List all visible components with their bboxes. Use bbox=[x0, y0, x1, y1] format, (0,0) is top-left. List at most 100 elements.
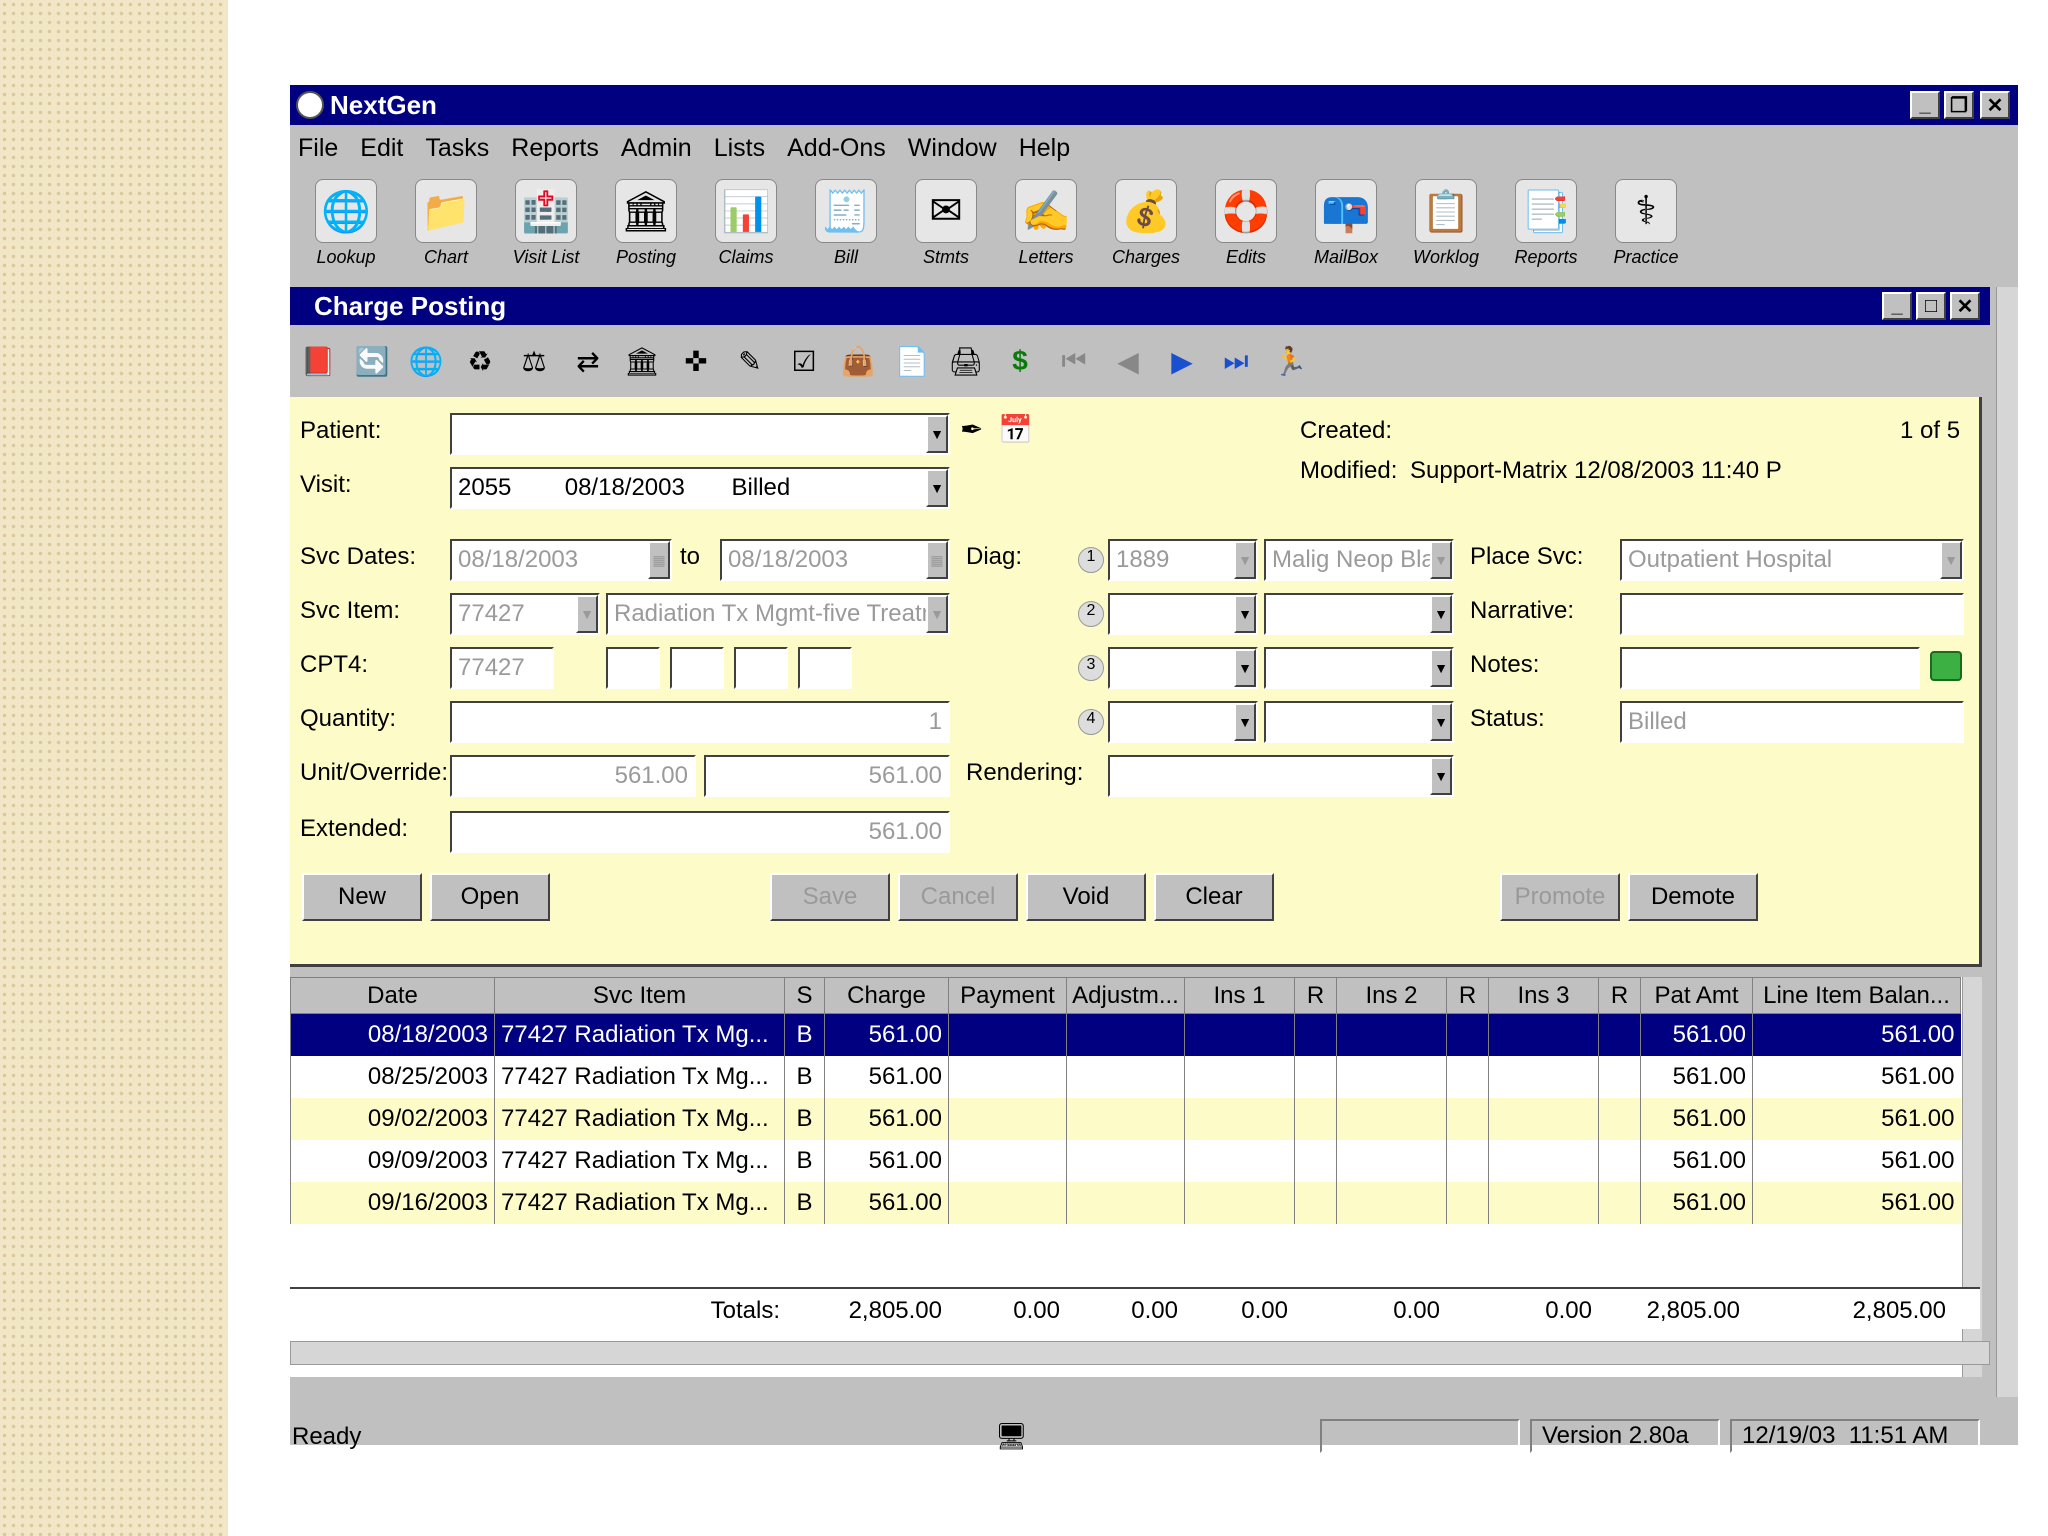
diag-2-code-field[interactable]: ▼ bbox=[1108, 593, 1258, 635]
toolbar-edits-button[interactable]: 🛟 Edits bbox=[1196, 171, 1296, 275]
toolbar-worklog-button[interactable]: 📋 Worklog bbox=[1396, 171, 1496, 275]
diag-1-desc-field[interactable]: Malig Neop Bla ▼ bbox=[1264, 539, 1454, 581]
diag-1-code-field[interactable]: 1889 ▼ bbox=[1108, 539, 1258, 581]
toolbar-letters-button[interactable]: ✍ Letters bbox=[996, 171, 1096, 275]
menu-help[interactable]: Help bbox=[1011, 134, 1084, 163]
table-row[interactable]: 09/16/2003 77427 Radiation Tx Mg... B 561.0… bbox=[290, 1181, 1961, 1224]
child-minimize-button[interactable]: _ bbox=[1882, 292, 1912, 320]
modifier-4-field[interactable] bbox=[798, 647, 852, 689]
horizontal-scrollbar[interactable] bbox=[290, 1341, 1990, 1365]
exit-icon[interactable]: 🏃 bbox=[1268, 339, 1312, 383]
column-header[interactable]: Adjustm... bbox=[1066, 977, 1185, 1014]
calendar-icon[interactable]: 📅 bbox=[998, 413, 1033, 446]
checkbox-icon[interactable]: ☑ bbox=[782, 339, 826, 383]
dropdown-icon[interactable]: ▼ bbox=[576, 595, 598, 633]
refresh-icon[interactable]: 🔄 bbox=[350, 339, 394, 383]
column-header[interactable]: R bbox=[1598, 977, 1641, 1014]
status-field[interactable]: Billed bbox=[1620, 701, 1964, 743]
modifier-3-field[interactable] bbox=[734, 647, 788, 689]
promote-button[interactable]: Promote bbox=[1500, 873, 1620, 921]
demote-button[interactable]: Demote bbox=[1628, 873, 1758, 921]
notes-edit-icon[interactable] bbox=[1930, 651, 1962, 681]
diag-4-desc-field[interactable]: ▼ bbox=[1264, 701, 1454, 743]
clear-button[interactable]: Clear bbox=[1154, 873, 1274, 921]
scale-icon[interactable]: ⚖ bbox=[512, 339, 556, 383]
pen-icon[interactable]: ✎ bbox=[728, 339, 772, 383]
visit-dropdown-icon[interactable]: ▼ bbox=[926, 469, 948, 507]
table-row[interactable]: 08/18/2003 77427 Radiation Tx Mg... B 561.0… bbox=[290, 1013, 1961, 1056]
minimize-button[interactable]: _ bbox=[1910, 91, 1940, 119]
child-maximize-button[interactable]: □ bbox=[1916, 292, 1946, 320]
table-row[interactable]: 09/02/2003 77427 Radiation Tx Mg... B 561.0… bbox=[290, 1097, 1961, 1140]
visit-field[interactable]: 2055 08/18/2003 Billed ▼ bbox=[450, 467, 950, 509]
target-icon[interactable]: ✜ bbox=[674, 339, 718, 383]
dropdown-icon[interactable]: ▼ bbox=[1234, 703, 1256, 741]
child-close-button[interactable]: ✕ bbox=[1950, 292, 1980, 320]
menu-tasks[interactable]: Tasks bbox=[417, 134, 503, 163]
diag-3-code-field[interactable]: ▼ bbox=[1108, 647, 1258, 689]
dropdown-icon[interactable]: ▼ bbox=[1940, 541, 1962, 579]
menu-reports[interactable]: Reports bbox=[503, 134, 613, 163]
column-header[interactable]: Ins 3 bbox=[1488, 977, 1599, 1014]
svc-item-code-field[interactable]: 77427 ▼ bbox=[450, 593, 600, 635]
menu-admin[interactable]: Admin bbox=[613, 134, 706, 163]
quantity-field[interactable]: 1 bbox=[450, 701, 950, 743]
last-record-icon[interactable]: ⏭ bbox=[1214, 339, 1258, 383]
dropdown-icon[interactable]: ▼ bbox=[1234, 595, 1256, 633]
open-button[interactable]: Open bbox=[430, 873, 550, 921]
close-button[interactable]: ✕ bbox=[1980, 91, 2010, 119]
diag-4-code-field[interactable]: ▼ bbox=[1108, 701, 1258, 743]
restore-button[interactable]: ❐ bbox=[1944, 91, 1974, 119]
toolbar-mailbox-button[interactable]: 📪 MailBox bbox=[1296, 171, 1396, 275]
column-header[interactable]: R bbox=[1294, 977, 1337, 1014]
transfer-icon[interactable]: ⇄ bbox=[566, 339, 610, 383]
save-button[interactable]: Save bbox=[770, 873, 890, 921]
toolbar-chart-button[interactable]: 📁 Chart bbox=[396, 171, 496, 275]
table-row[interactable]: 08/25/2003 77427 Radiation Tx Mg... B 561.0… bbox=[290, 1055, 1961, 1098]
patient-field[interactable]: ▼ bbox=[450, 413, 950, 455]
column-header[interactable]: Charge bbox=[824, 977, 949, 1014]
column-header[interactable]: R bbox=[1446, 977, 1489, 1014]
dropdown-icon[interactable]: ▼ bbox=[1430, 649, 1452, 687]
dropdown-icon[interactable]: ▼ bbox=[926, 595, 948, 633]
next-record-icon[interactable]: ▶ bbox=[1160, 339, 1204, 383]
dollar-icon[interactable]: $ bbox=[998, 339, 1042, 383]
calendar-icon[interactable]: ▦ bbox=[926, 541, 948, 579]
table-row[interactable]: 09/09/2003 77427 Radiation Tx Mg... B 561.0… bbox=[290, 1139, 1961, 1182]
menu-edit[interactable]: Edit bbox=[352, 134, 417, 163]
column-header[interactable]: Ins 2 bbox=[1336, 977, 1447, 1014]
toolbar-posting-button[interactable]: 🏛 Posting bbox=[596, 171, 696, 275]
override-field[interactable]: 561.00 bbox=[704, 755, 950, 797]
dropdown-icon[interactable]: ▼ bbox=[1430, 757, 1452, 795]
dropdown-icon[interactable]: ▼ bbox=[1430, 541, 1452, 579]
svc-item-desc-field[interactable]: Radiation Tx Mgmt-five Treatm ▼ bbox=[606, 593, 950, 635]
column-header[interactable]: Svc Item bbox=[494, 977, 785, 1014]
print-icon[interactable]: 🖨 bbox=[944, 339, 988, 383]
toolbar-visitlist-button[interactable]: 🏥 Visit List bbox=[496, 171, 596, 275]
globe-icon[interactable]: 🌐 bbox=[404, 339, 448, 383]
window-vertical-scrollbar[interactable] bbox=[1996, 287, 2018, 1397]
menu-addons[interactable]: Add-Ons bbox=[779, 134, 900, 163]
dropdown-icon[interactable]: ▼ bbox=[1430, 595, 1452, 633]
menu-window[interactable]: Window bbox=[900, 134, 1011, 163]
toolbar-reports-button[interactable]: 📑 Reports bbox=[1496, 171, 1596, 275]
void-button[interactable]: Void bbox=[1026, 873, 1146, 921]
column-header[interactable]: Pat Amt bbox=[1640, 977, 1753, 1014]
unit-field[interactable]: 561.00 bbox=[450, 755, 696, 797]
cpt4-field[interactable]: 77427 bbox=[450, 647, 554, 689]
column-header[interactable]: S bbox=[784, 977, 825, 1014]
column-header[interactable]: Ins 1 bbox=[1184, 977, 1295, 1014]
notes-field[interactable] bbox=[1620, 647, 1920, 689]
book-icon[interactable]: 📕 bbox=[296, 339, 340, 383]
column-header[interactable]: Payment bbox=[948, 977, 1067, 1014]
toolbar-claims-button[interactable]: 📊 Claims bbox=[696, 171, 796, 275]
cycle-icon[interactable]: ♻ bbox=[458, 339, 502, 383]
modifier-2-field[interactable] bbox=[670, 647, 724, 689]
pen-icon[interactable]: ✒ bbox=[960, 413, 983, 446]
first-record-icon[interactable]: ⏮ bbox=[1052, 339, 1096, 383]
bag-icon[interactable]: 👜 bbox=[836, 339, 880, 383]
column-header[interactable]: Date bbox=[290, 977, 495, 1014]
column-header[interactable]: Line Item Balan... bbox=[1752, 977, 1961, 1014]
svc-date-from-field[interactable]: 08/18/2003 ▦ bbox=[450, 539, 672, 581]
extended-field[interactable]: 561.00 bbox=[450, 811, 950, 853]
